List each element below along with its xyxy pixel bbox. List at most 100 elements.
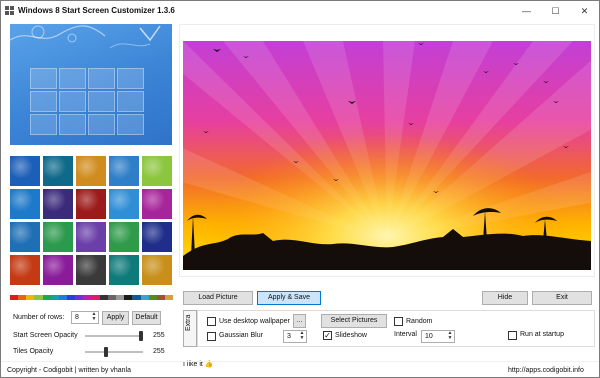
background-thumbnail[interactable]: [109, 255, 139, 285]
palette-swatch[interactable]: [10, 295, 19, 300]
palette-swatch[interactable]: [18, 295, 27, 300]
swirl-decoration-icon: [10, 25, 161, 49]
gaussian-blur-label: Gaussian Blur: [219, 332, 263, 339]
tiles-opacity-value: 255: [153, 348, 165, 355]
background-thumbnail[interactable]: [43, 255, 73, 285]
app-icon: [5, 6, 14, 15]
palette-swatch[interactable]: [164, 295, 174, 300]
background-thumbnail[interactable]: [43, 189, 73, 219]
palette-swatch[interactable]: [140, 295, 149, 300]
background-thumbnail[interactable]: [43, 222, 73, 252]
background-thumbnails: [10, 156, 172, 285]
exit-button[interactable]: Exit: [532, 291, 592, 305]
palette-swatch[interactable]: [42, 295, 51, 300]
background-thumbnail[interactable]: [10, 189, 40, 219]
slider-track: [85, 335, 143, 337]
background-thumbnail[interactable]: [43, 156, 73, 186]
minimize-button[interactable]: —: [512, 1, 541, 21]
background-thumbnail[interactable]: [109, 156, 139, 186]
interval-label: Interval: [394, 331, 417, 338]
title-bar: Windows 8 Start Screen Customizer 1.3.6 …: [1, 1, 599, 21]
color-palette[interactable]: [10, 295, 174, 300]
background-thumbnail[interactable]: [109, 189, 139, 219]
wallpaper-picture: [183, 41, 591, 270]
background-thumbnail[interactable]: [10, 222, 40, 252]
load-picture-button[interactable]: Load Picture: [183, 291, 253, 305]
tab-extra-label: Extra: [185, 314, 192, 331]
start-opacity-value: 255: [153, 332, 165, 339]
gaussian-blur-checkbox[interactable]: [207, 332, 216, 341]
extra-panel: [197, 310, 595, 347]
thumbs-up-icon: 👍: [204, 361, 214, 368]
palette-swatch[interactable]: [75, 295, 84, 300]
palette-swatch[interactable]: [83, 295, 92, 300]
background-thumbnail[interactable]: [76, 222, 106, 252]
window-title: Windows 8 Start Screen Customizer 1.3.6: [18, 6, 175, 15]
use-desktop-wallpaper-label: Use desktop wallpaper: [219, 318, 290, 325]
background-thumbnail[interactable]: [76, 255, 106, 285]
rows-value: 8: [75, 314, 79, 321]
palette-swatch[interactable]: [132, 295, 141, 300]
browse-button[interactable]: ...: [293, 314, 306, 328]
rows-spinner[interactable]: 8 ▲ ▼: [71, 311, 99, 324]
background-thumbnail[interactable]: [10, 156, 40, 186]
tile-grid: [30, 68, 144, 135]
random-label: Random: [406, 318, 433, 325]
like-it-label: I like it: [183, 361, 203, 368]
palette-swatch[interactable]: [67, 295, 76, 300]
tab-extra[interactable]: Extra: [183, 310, 197, 347]
start-screen-preview: [10, 24, 172, 145]
run-at-startup-label: Run at startup: [520, 331, 564, 338]
background-thumbnail[interactable]: [142, 189, 172, 219]
copyright-text: Copyright - Codigobit | written by vhanl…: [7, 367, 131, 374]
website-link[interactable]: http://apps.codigobit.info: [508, 367, 584, 374]
palette-swatch[interactable]: [91, 295, 100, 300]
apply-button[interactable]: Apply: [102, 311, 129, 325]
spinner-arrows-icon[interactable]: ▲ ▼: [298, 331, 306, 342]
slider-thumb[interactable]: [139, 331, 143, 341]
tiles-opacity-label: Tiles Opacity: [13, 348, 54, 355]
background-thumbnail[interactable]: [142, 255, 172, 285]
background-thumbnail[interactable]: [142, 156, 172, 186]
random-checkbox[interactable]: [394, 317, 403, 326]
apply-save-button[interactable]: Apply & Save: [257, 291, 321, 305]
slider-thumb[interactable]: [104, 347, 108, 357]
interval-value: 10: [425, 333, 433, 340]
interval-spinner[interactable]: 10 ▲ ▼: [421, 330, 455, 343]
palette-swatch[interactable]: [26, 295, 35, 300]
maximize-button[interactable]: ☐: [541, 1, 570, 21]
start-opacity-label: Start Screen Opacity: [13, 332, 78, 339]
background-thumbnail[interactable]: [109, 222, 139, 252]
select-pictures-button[interactable]: Select Pictures: [321, 314, 387, 328]
background-thumbnail[interactable]: [10, 255, 40, 285]
palette-swatch[interactable]: [34, 295, 43, 300]
default-button[interactable]: Default: [132, 311, 161, 325]
slider-track: [85, 351, 143, 353]
spinner-arrows-icon[interactable]: ▲ ▼: [446, 331, 454, 342]
palette-swatch[interactable]: [58, 295, 68, 300]
background-thumbnail[interactable]: [76, 189, 106, 219]
palette-swatch[interactable]: [107, 295, 117, 300]
blur-radius-spinner[interactable]: 3 ▲ ▼: [283, 330, 307, 343]
close-button[interactable]: ✕: [570, 1, 599, 21]
background-thumbnail[interactable]: [142, 222, 172, 252]
rows-label: Number of rows:: [13, 314, 65, 321]
palette-swatch[interactable]: [124, 295, 133, 300]
run-at-startup-checkbox[interactable]: [508, 331, 517, 340]
palette-swatch[interactable]: [116, 295, 125, 300]
blur-radius-value: 3: [287, 333, 291, 340]
palette-swatch[interactable]: [156, 295, 165, 300]
status-separator: [1, 361, 599, 362]
hide-button[interactable]: Hide: [482, 291, 528, 305]
start-opacity-slider[interactable]: [85, 331, 143, 341]
tiles-opacity-slider[interactable]: [85, 347, 143, 357]
use-desktop-wallpaper-checkbox[interactable]: [207, 317, 216, 326]
background-thumbnail[interactable]: [76, 156, 106, 186]
slideshow-label: Slideshow: [335, 332, 367, 339]
palette-swatch[interactable]: [99, 295, 108, 300]
palette-swatch[interactable]: [50, 295, 59, 300]
slideshow-checkbox[interactable]: ✓: [323, 331, 332, 340]
palette-swatch[interactable]: [148, 295, 157, 300]
app-window: Windows 8 Start Screen Customizer 1.3.6 …: [0, 0, 600, 378]
spinner-arrows-icon[interactable]: ▲ ▼: [90, 312, 98, 323]
